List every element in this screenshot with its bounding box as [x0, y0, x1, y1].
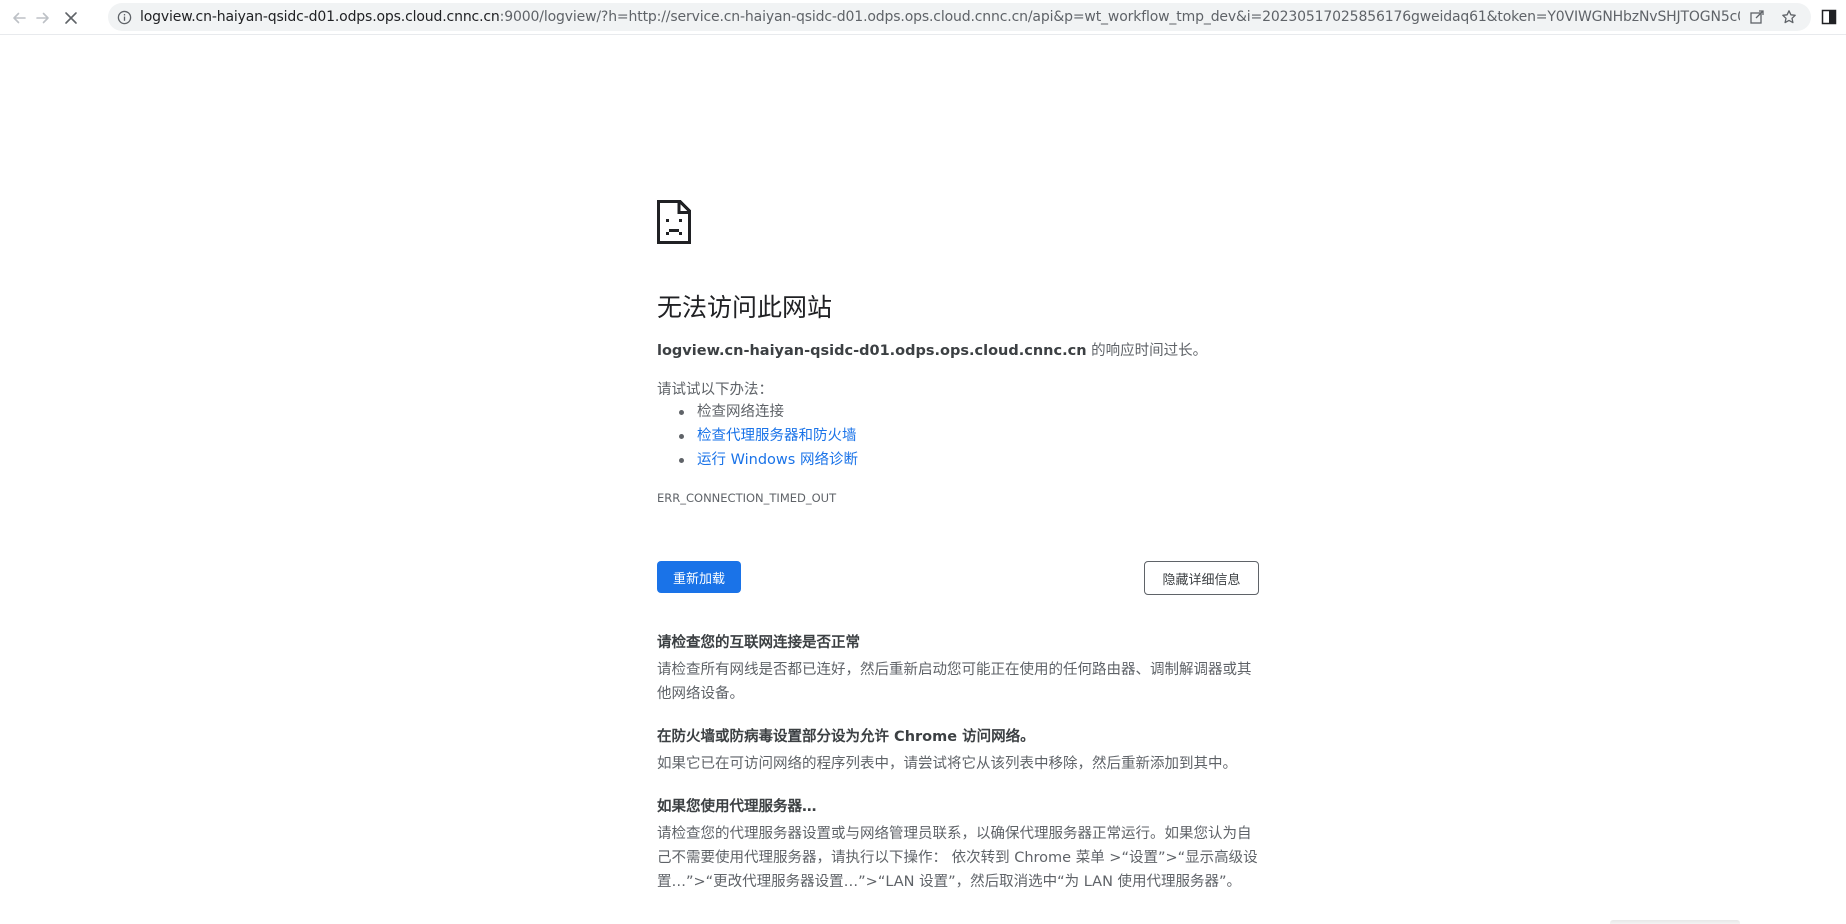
stop-loading-icon[interactable] — [60, 7, 82, 29]
url-path: :9000/logview/?h=http://service.cn-haiya… — [499, 9, 1740, 25]
back-arrow-icon[interactable] — [8, 7, 30, 29]
address-bar[interactable]: logview.cn-haiyan-qsidc-d01.odps.ops.clo… — [108, 3, 1811, 31]
suggestions-label: 请试试以下办法： — [657, 382, 773, 398]
error-host: logview.cn-haiyan-qsidc-d01.odps.ops.clo… — [657, 343, 1087, 359]
browser-toolbar: logview.cn-haiyan-qsidc-d01.odps.ops.clo… — [0, 0, 1846, 35]
error-description-suffix: 的响应时间过长。 — [1086, 343, 1208, 359]
hide-details-button[interactable]: 隐藏详细信息 — [1144, 561, 1259, 595]
suggestion-check-network: 检查网络连接 — [677, 400, 858, 424]
detail-body: 请检查您的代理服务器设置或与网络管理员联系，以确保代理服务器正常运行。如果您认为… — [657, 826, 1258, 890]
info-icon[interactable] — [116, 9, 132, 25]
detail-proxy: 如果您使用代理服务器… 请检查您的代理服务器设置或与网络管理员联系，以确保代理服… — [657, 797, 1259, 894]
detail-firewall: 在防火墙或防病毒设置部分设为允许 Chrome 访问网络。 如果它已在可访问网络… — [657, 727, 1259, 776]
url-host: logview.cn-haiyan-qsidc-d01.odps.ops.clo… — [140, 9, 500, 25]
detail-body: 请检查所有网线是否都已连好，然后重新启动您可能正在使用的任何路由器、调制解调器或… — [657, 662, 1252, 702]
error-heading: 无法访问此网站 — [657, 293, 833, 322]
error-code: ERR_CONNECTION_TIMED_OUT — [657, 491, 837, 505]
detail-check-connection: 请检查您的互联网连接是否正常 请检查所有网线是否都已连好，然后重新启动您可能正在… — [657, 633, 1259, 706]
bookmark-star-icon[interactable] — [1780, 8, 1798, 26]
detail-body: 如果它已在可访问网络的程序列表中，请尝试将它从该列表中移除，然后重新添加到其中。 — [657, 756, 1237, 772]
suggestions-list: 检查网络连接 检查代理服务器和防火墙 运行 Windows 网络诊断 — [677, 400, 858, 472]
forward-arrow-icon[interactable] — [32, 7, 54, 29]
suggestion-network-diagnostics-link[interactable]: 运行 Windows 网络诊断 — [677, 448, 858, 472]
share-icon[interactable] — [1748, 8, 1766, 26]
detail-title: 如果您使用代理服务器… — [657, 799, 817, 815]
detail-title: 请检查您的互联网连接是否正常 — [657, 635, 860, 651]
suggestion-check-proxy-link[interactable]: 检查代理服务器和防火墙 — [677, 424, 858, 448]
sad-page-icon — [657, 200, 691, 244]
side-panel-icon[interactable] — [1820, 8, 1838, 26]
download-shelf-edge — [1610, 920, 1740, 924]
url-text[interactable]: logview.cn-haiyan-qsidc-d01.odps.ops.clo… — [140, 3, 1740, 31]
reload-button[interactable]: 重新加载 — [657, 561, 741, 593]
detail-title: 在防火墙或防病毒设置部分设为允许 Chrome 访问网络。 — [657, 729, 1035, 745]
error-description: logview.cn-haiyan-qsidc-d01.odps.ops.clo… — [657, 339, 1207, 360]
